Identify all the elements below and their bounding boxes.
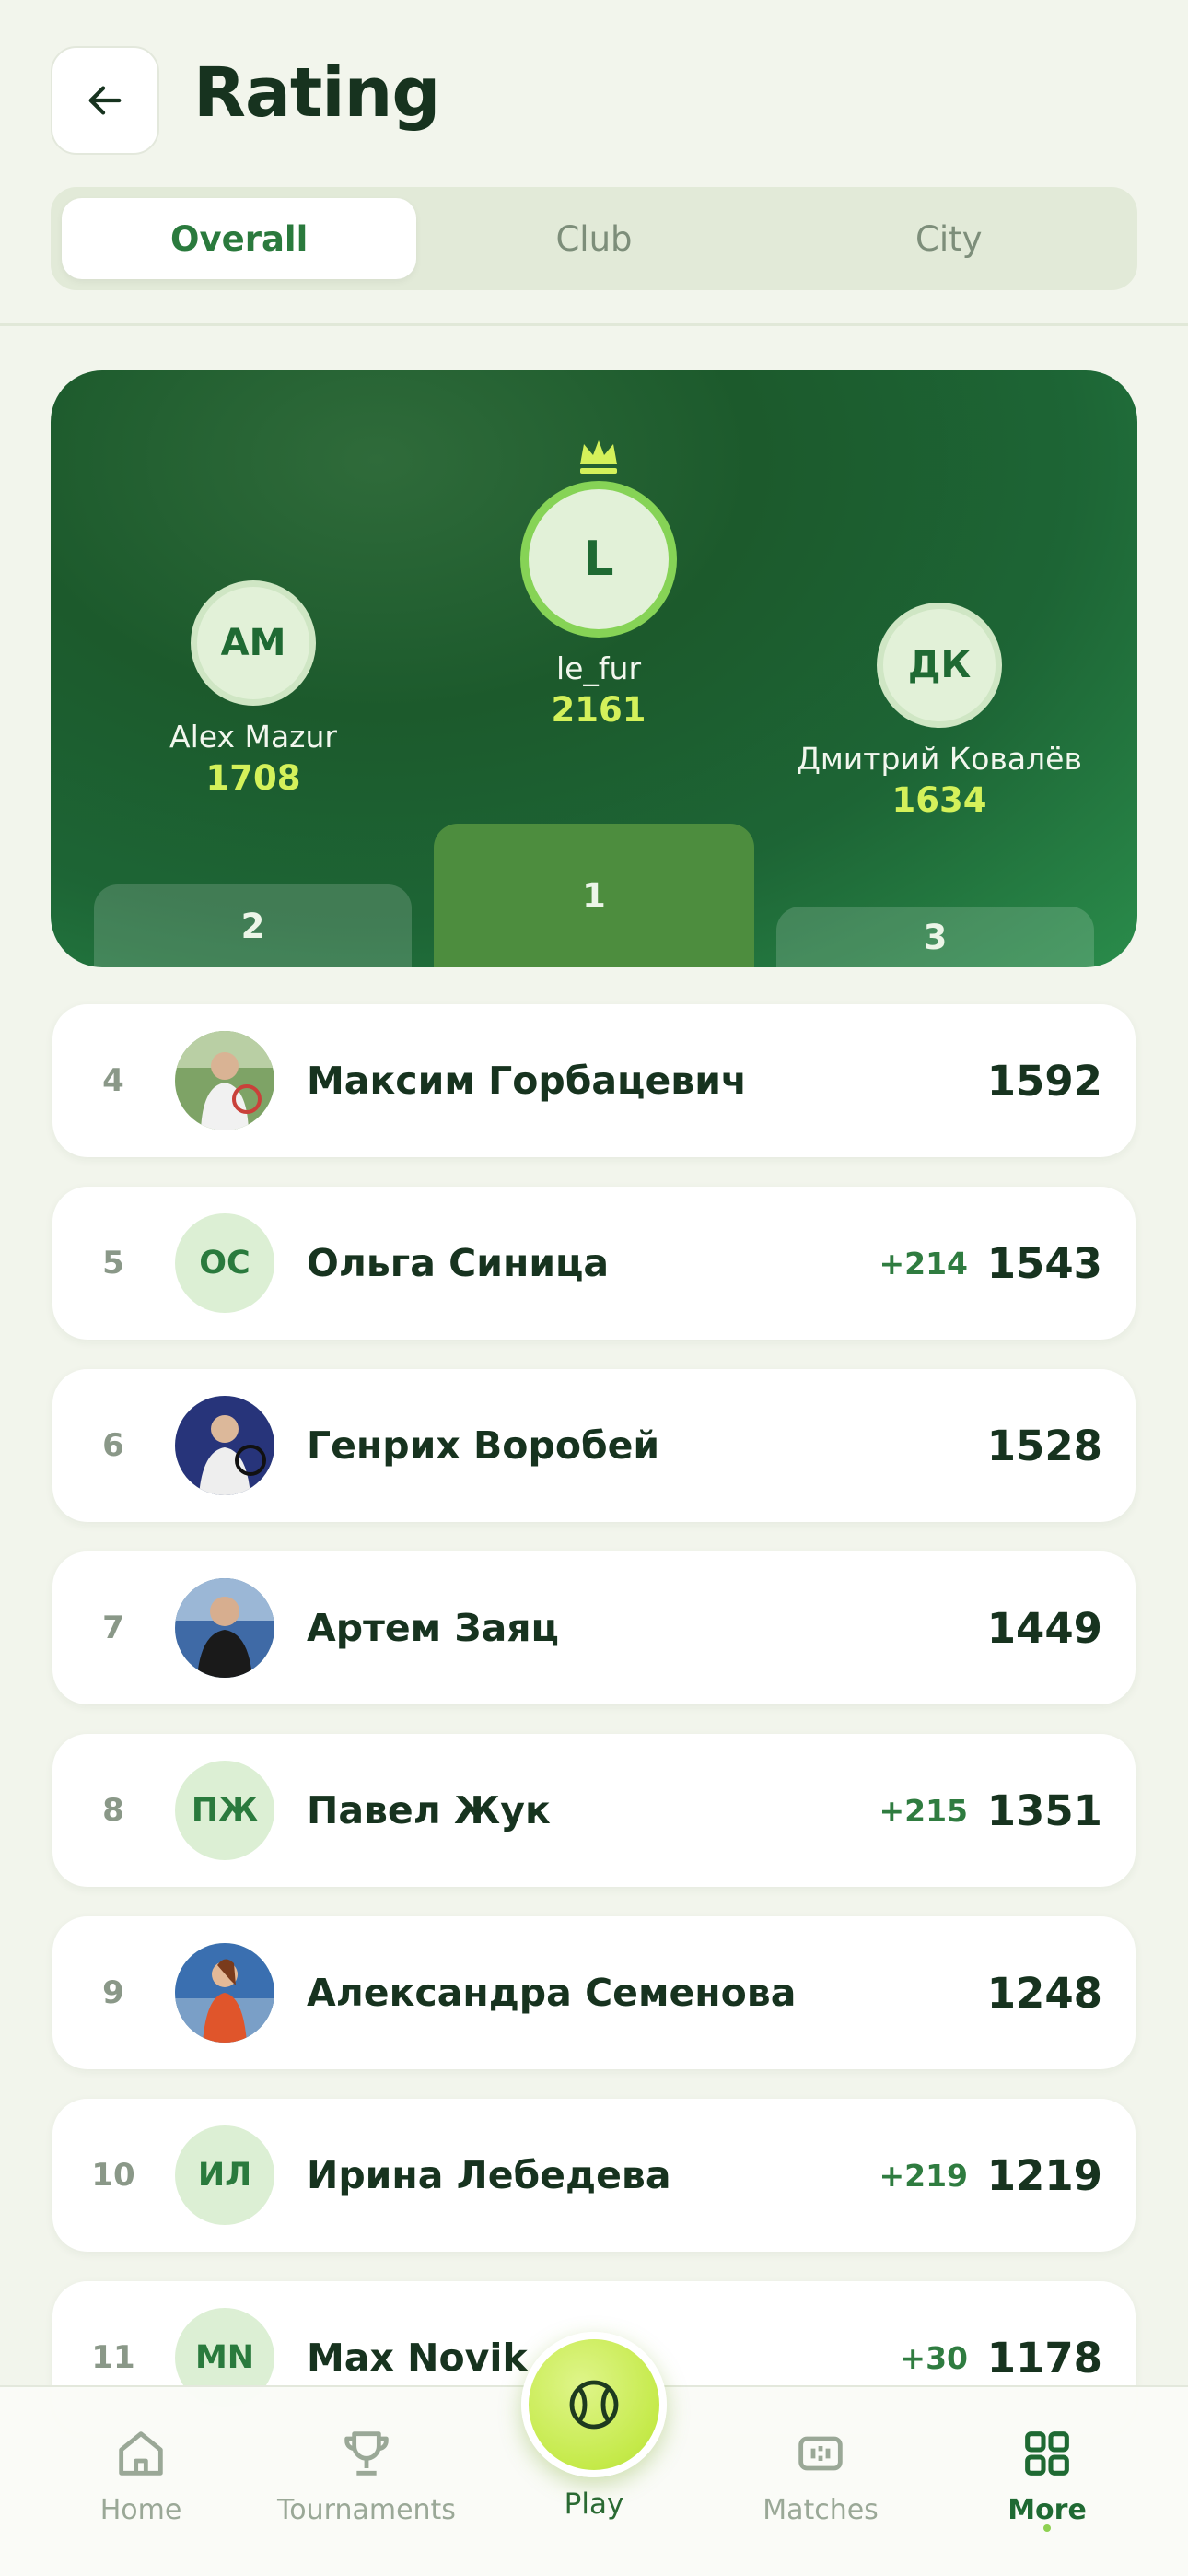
header: Rating Overall Club City <box>0 0 1188 326</box>
tab-overall[interactable]: Overall <box>62 198 417 279</box>
nav-more[interactable]: More <box>937 2387 1158 2526</box>
avatar: L <box>520 481 677 638</box>
podium-first[interactable]: L le_fur 2161 <box>442 437 755 730</box>
player-name: Генрих Воробей <box>307 1423 660 1468</box>
table-row[interactable]: 4 Максим Горбацевич 1592 <box>52 1004 1136 1157</box>
score-change: +219 <box>879 2157 968 2194</box>
podium-step-third: 3 <box>776 907 1094 967</box>
grid-icon <box>1025 2431 1069 2476</box>
tab-club[interactable]: Club <box>416 198 771 279</box>
crown-icon <box>580 440 617 474</box>
player-score: 1592 <box>986 1056 1102 1106</box>
back-button[interactable] <box>51 46 159 155</box>
play-button[interactable] <box>521 2332 667 2477</box>
player-name: Павел Жук <box>307 1788 551 1832</box>
arrow-left-icon <box>88 86 122 115</box>
player-score: 1248 <box>986 1968 1102 2018</box>
podium-name: Дмитрий Ковалёв <box>797 741 1082 777</box>
rank: 10 <box>91 2157 135 2194</box>
avatar <box>175 1578 274 1678</box>
nav-matches[interactable]: Matches <box>710 2387 931 2526</box>
player-score: 1219 <box>986 2150 1102 2200</box>
nav-label: Tournaments <box>277 2494 456 2526</box>
avatar: ДК <box>877 603 1002 728</box>
podium-score: 1634 <box>891 780 987 820</box>
podium-step-second: 2 <box>94 884 412 967</box>
player-name: Александра Семенова <box>307 1971 797 2015</box>
player-name: Артем Заяц <box>307 1606 559 1650</box>
nav-tournaments[interactable]: Tournaments <box>256 2387 477 2526</box>
nav-label: Home <box>99 2494 182 2526</box>
rating-tabs: Overall Club City <box>51 187 1137 290</box>
rank: 9 <box>102 1974 124 2011</box>
player-score: 1528 <box>986 1421 1102 1470</box>
avatar <box>175 1031 274 1130</box>
rank: 7 <box>102 1610 124 1646</box>
avatar: ПЖ <box>175 1761 274 1860</box>
podium-card: AM Alex Mazur 1708 L le_fur 2161 ДК Дмит… <box>51 370 1137 967</box>
player-photo-icon <box>175 1943 274 2043</box>
score-change: +214 <box>879 1245 968 1282</box>
podium-second[interactable]: AM Alex Mazur 1708 <box>106 580 401 798</box>
player-score: 1543 <box>986 1238 1102 1288</box>
table-row[interactable]: 10 ИЛ Ирина Лебедева +219 1219 <box>52 2099 1136 2252</box>
tennis-ball-icon <box>569 2380 619 2430</box>
rank: 6 <box>102 1427 124 1464</box>
table-row[interactable]: 5 ОС Ольга Синица +214 1543 <box>52 1187 1136 1340</box>
player-photo-icon <box>175 1031 274 1130</box>
podium-third[interactable]: ДК Дмитрий Ковалёв 1634 <box>769 603 1110 820</box>
podium-score: 1708 <box>205 758 301 798</box>
score-change: +215 <box>879 1792 968 1829</box>
scoreboard-icon <box>798 2436 843 2471</box>
podium-name: Alex Mazur <box>169 719 337 755</box>
player-photo-icon <box>175 1396 274 1495</box>
rank: 8 <box>102 1792 124 1829</box>
player-score: 1449 <box>986 1603 1102 1653</box>
avatar: AM <box>191 580 316 706</box>
rank: 4 <box>102 1062 124 1099</box>
home-icon <box>119 2431 163 2476</box>
active-indicator <box>1043 2524 1051 2532</box>
podium-name: le_fur <box>555 650 642 686</box>
player-name: Ирина Лебедева <box>307 2153 671 2197</box>
table-row[interactable]: 7 Артем Заяц 1449 <box>52 1551 1136 1704</box>
player-photo-icon <box>175 1578 274 1678</box>
table-row[interactable]: 6 Генрих Воробей 1528 <box>52 1369 1136 1522</box>
avatar: ОС <box>175 1213 274 1313</box>
player-score: 1351 <box>986 1786 1102 1835</box>
podium-step-first: 1 <box>434 824 754 967</box>
table-row[interactable]: 8 ПЖ Павел Жук +215 1351 <box>52 1734 1136 1887</box>
tab-city[interactable]: City <box>772 198 1126 279</box>
nav-label: Matches <box>763 2494 879 2526</box>
podium-score: 2161 <box>551 690 646 730</box>
avatar <box>175 1943 274 2043</box>
nav-home[interactable]: Home <box>30 2387 251 2526</box>
play-label: Play <box>564 2488 624 2521</box>
avatar <box>175 1396 274 1495</box>
player-name: Максим Горбацевич <box>307 1059 748 1103</box>
table-row[interactable]: 9 Александра Семенова 1248 <box>52 1916 1136 2069</box>
avatar: ИЛ <box>175 2125 274 2225</box>
player-name: Ольга Синица <box>307 1241 610 1285</box>
rank: 5 <box>102 1245 124 1282</box>
trophy-icon <box>344 2431 389 2476</box>
nav-label: More <box>1007 2494 1087 2526</box>
page-title: Rating <box>193 53 440 133</box>
